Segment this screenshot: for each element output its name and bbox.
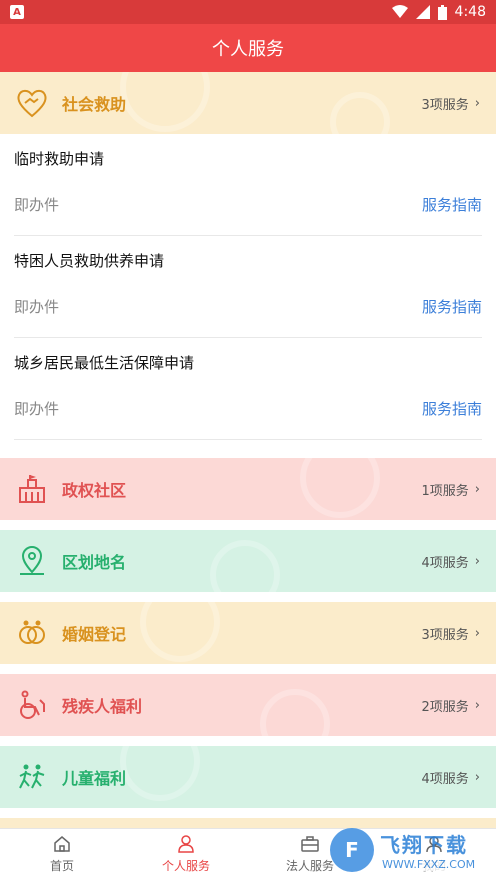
- tab-label: 法人服务: [285, 859, 334, 873]
- category-name: 区划地名: [62, 553, 127, 572]
- service-type: 即办件: [14, 196, 60, 214]
- status-icons: 4:48: [391, 4, 486, 20]
- service-guide-link[interactable]: 服务指南: [422, 194, 482, 215]
- chevron-right-icon: ›: [474, 95, 480, 111]
- divider: [0, 808, 496, 818]
- category-count: 3项服务 ›: [421, 95, 480, 113]
- app-notification-icon: A: [10, 5, 24, 19]
- list-item[interactable]: 特困人员救助供养申请 即办件 服务指南: [14, 236, 482, 338]
- chevron-right-icon: ›: [474, 769, 480, 785]
- service-type: 即办件: [14, 400, 60, 418]
- list-item[interactable]: 城乡居民最低生活保障申请 即办件 服务指南: [14, 338, 482, 440]
- watermark-logo: F: [330, 828, 374, 872]
- category-administrative-divisions[interactable]: 区划地名 4项服务 ›: [0, 530, 496, 592]
- divider: [0, 592, 496, 602]
- divider: [0, 520, 496, 530]
- service-title: 城乡居民最低生活保障申请: [14, 354, 195, 372]
- handshake-icon: [16, 87, 48, 119]
- service-list[interactable]: 社会救助 3项服务 › 临时救助申请 即办件 服务指南 特困人员救助供养申请 即办…: [0, 72, 496, 828]
- category-count: 4项服务 ›: [421, 553, 480, 571]
- page-title: 个人服务: [0, 24, 496, 72]
- category-count: 3项服务 ›: [421, 625, 480, 643]
- category-name: 婚姻登记: [62, 625, 127, 644]
- category-count: 1项服务 ›: [421, 481, 480, 499]
- category-count: 4项服务 ›: [421, 769, 480, 787]
- rings-icon: [16, 617, 48, 649]
- category-marriage-registration[interactable]: 婚姻登记 3项服务 ›: [0, 602, 496, 664]
- person-icon: [178, 835, 194, 853]
- service-title: 特困人员救助供养申请: [14, 252, 165, 270]
- battery-icon: [437, 4, 447, 20]
- chevron-right-icon: ›: [474, 697, 480, 713]
- category-social-assistance[interactable]: 社会救助 3项服务 ›: [0, 72, 496, 134]
- wifi-icon: [391, 5, 408, 18]
- tab-home[interactable]: 首页: [0, 829, 124, 880]
- category-name: 儿童福利: [62, 769, 127, 788]
- status-time: 4:48: [454, 4, 486, 20]
- divider: [0, 664, 496, 674]
- map-pin-icon: [16, 545, 48, 577]
- chevron-right-icon: ›: [474, 625, 480, 641]
- category-count: 2项服务 ›: [421, 697, 480, 715]
- service-items: 临时救助申请 即办件 服务指南 特困人员救助供养申请 即办件 服务指南 城乡居民…: [0, 134, 496, 448]
- service-guide-link[interactable]: 服务指南: [422, 398, 482, 419]
- tab-label: 个人服务: [161, 859, 210, 873]
- watermark: F 飞翔下载 WWW.FXXZ.COM: [330, 820, 496, 880]
- tab-personal-service[interactable]: 个人服务: [124, 829, 248, 880]
- building-icon: [16, 473, 48, 505]
- category-name: 政权社区: [62, 481, 127, 500]
- service-title: 临时救助申请: [14, 150, 105, 168]
- chevron-right-icon: ›: [474, 553, 480, 569]
- watermark-name: 飞翔下载: [380, 833, 468, 857]
- service-guide-link[interactable]: 服务指南: [422, 296, 482, 317]
- divider: [0, 448, 496, 458]
- chevron-right-icon: ›: [474, 481, 480, 497]
- briefcase-icon: [301, 836, 319, 852]
- service-type: 即办件: [14, 298, 60, 316]
- category-name: 残疾人福利: [62, 697, 143, 716]
- status-bar: A 4:48: [0, 0, 496, 24]
- category-community[interactable]: 政权社区 1项服务 ›: [0, 458, 496, 520]
- category-child-welfare[interactable]: 儿童福利 4项服务 ›: [0, 746, 496, 808]
- signal-icon: [415, 5, 430, 19]
- children-icon: [16, 761, 48, 793]
- divider: [0, 736, 496, 746]
- wheelchair-icon: [16, 689, 48, 721]
- list-item[interactable]: 临时救助申请 即办件 服务指南: [14, 134, 482, 236]
- category-disability-welfare[interactable]: 残疾人福利 2项服务 ›: [0, 674, 496, 736]
- watermark-url: WWW.FXXZ.COM: [380, 858, 478, 871]
- tab-label: 首页: [49, 859, 74, 873]
- home-icon: [54, 836, 70, 852]
- category-name: 社会救助: [62, 95, 127, 114]
